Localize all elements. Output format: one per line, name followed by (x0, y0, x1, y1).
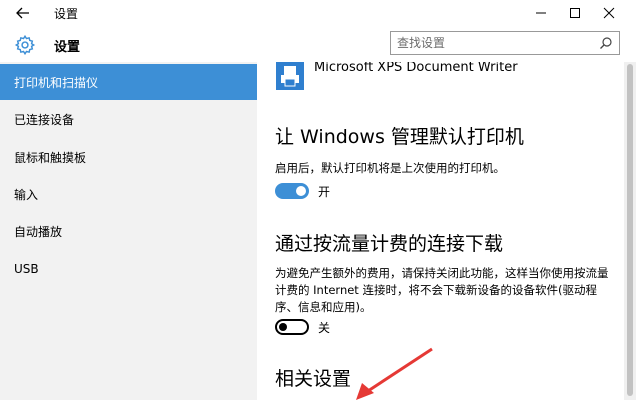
sidebar-item-connected-devices[interactable]: 已连接设备 (0, 101, 257, 137)
search-icon[interactable] (599, 36, 613, 50)
default-printer-heading: 让 Windows 管理默认打印机 (275, 126, 524, 148)
main-content: Microsoft XPS Document Writer 让 Windows … (257, 62, 624, 400)
annotation-arrow-icon (356, 347, 433, 400)
sidebar-item-label: 自动播放 (14, 224, 63, 239)
search-box[interactable] (390, 31, 620, 55)
toggle-knob (296, 186, 306, 196)
sidebar-item-label: USB (14, 262, 39, 276)
maximize-icon (570, 8, 580, 18)
default-printer-description: 启用后，默认打印机将是上次使用的打印机。 (275, 161, 505, 175)
printer-icon (276, 62, 304, 90)
sidebar-item-typing[interactable]: 输入 (0, 176, 257, 212)
default-printer-toggle-label: 开 (318, 185, 331, 199)
close-button[interactable] (586, 0, 632, 26)
metered-download-description: 为避免产生额外的费用，请保持关闭此功能，这样当你使用按流量计费的 Interne… (275, 266, 609, 314)
app-name: 设置 (54, 40, 81, 55)
metered-download-heading: 通过按流量计费的连接下载 (275, 233, 504, 255)
sidebar-item-mouse-touchpad[interactable]: 鼠标和触摸板 (0, 139, 257, 175)
sidebar-item-usb[interactable]: USB (0, 251, 257, 287)
minimize-icon (536, 12, 546, 14)
gear-icon (14, 34, 36, 56)
sidebar-item-printers-scanners[interactable]: 打印机和扫描仪 (0, 64, 257, 100)
default-printer-toggle[interactable] (275, 183, 309, 199)
sidebar: 打印机和扫描仪 已连接设备 鼠标和触摸板 输入 自动播放 USB (0, 62, 257, 400)
vertical-scrollbar[interactable] (624, 62, 636, 400)
sidebar-item-label: 鼠标和触摸板 (14, 150, 87, 165)
window-title: 设置 (54, 7, 79, 21)
toggle-knob (279, 323, 287, 331)
sidebar-item-label: 输入 (14, 187, 39, 202)
printer-name: Microsoft XPS Document Writer (314, 62, 518, 75)
close-icon (603, 7, 615, 19)
back-button[interactable] (6, 2, 40, 24)
sidebar-item-label: 打印机和扫描仪 (14, 75, 99, 90)
metered-download-toggle-label: 关 (318, 321, 331, 335)
scrollbar-thumb[interactable] (627, 64, 633, 396)
back-arrow-icon (16, 7, 29, 19)
search-input[interactable] (397, 34, 587, 52)
metered-download-toggle[interactable] (275, 319, 309, 335)
title-bar: 设置 (0, 0, 636, 26)
sidebar-item-label: 已连接设备 (14, 112, 75, 127)
sidebar-item-autoplay[interactable]: 自动播放 (0, 213, 257, 249)
